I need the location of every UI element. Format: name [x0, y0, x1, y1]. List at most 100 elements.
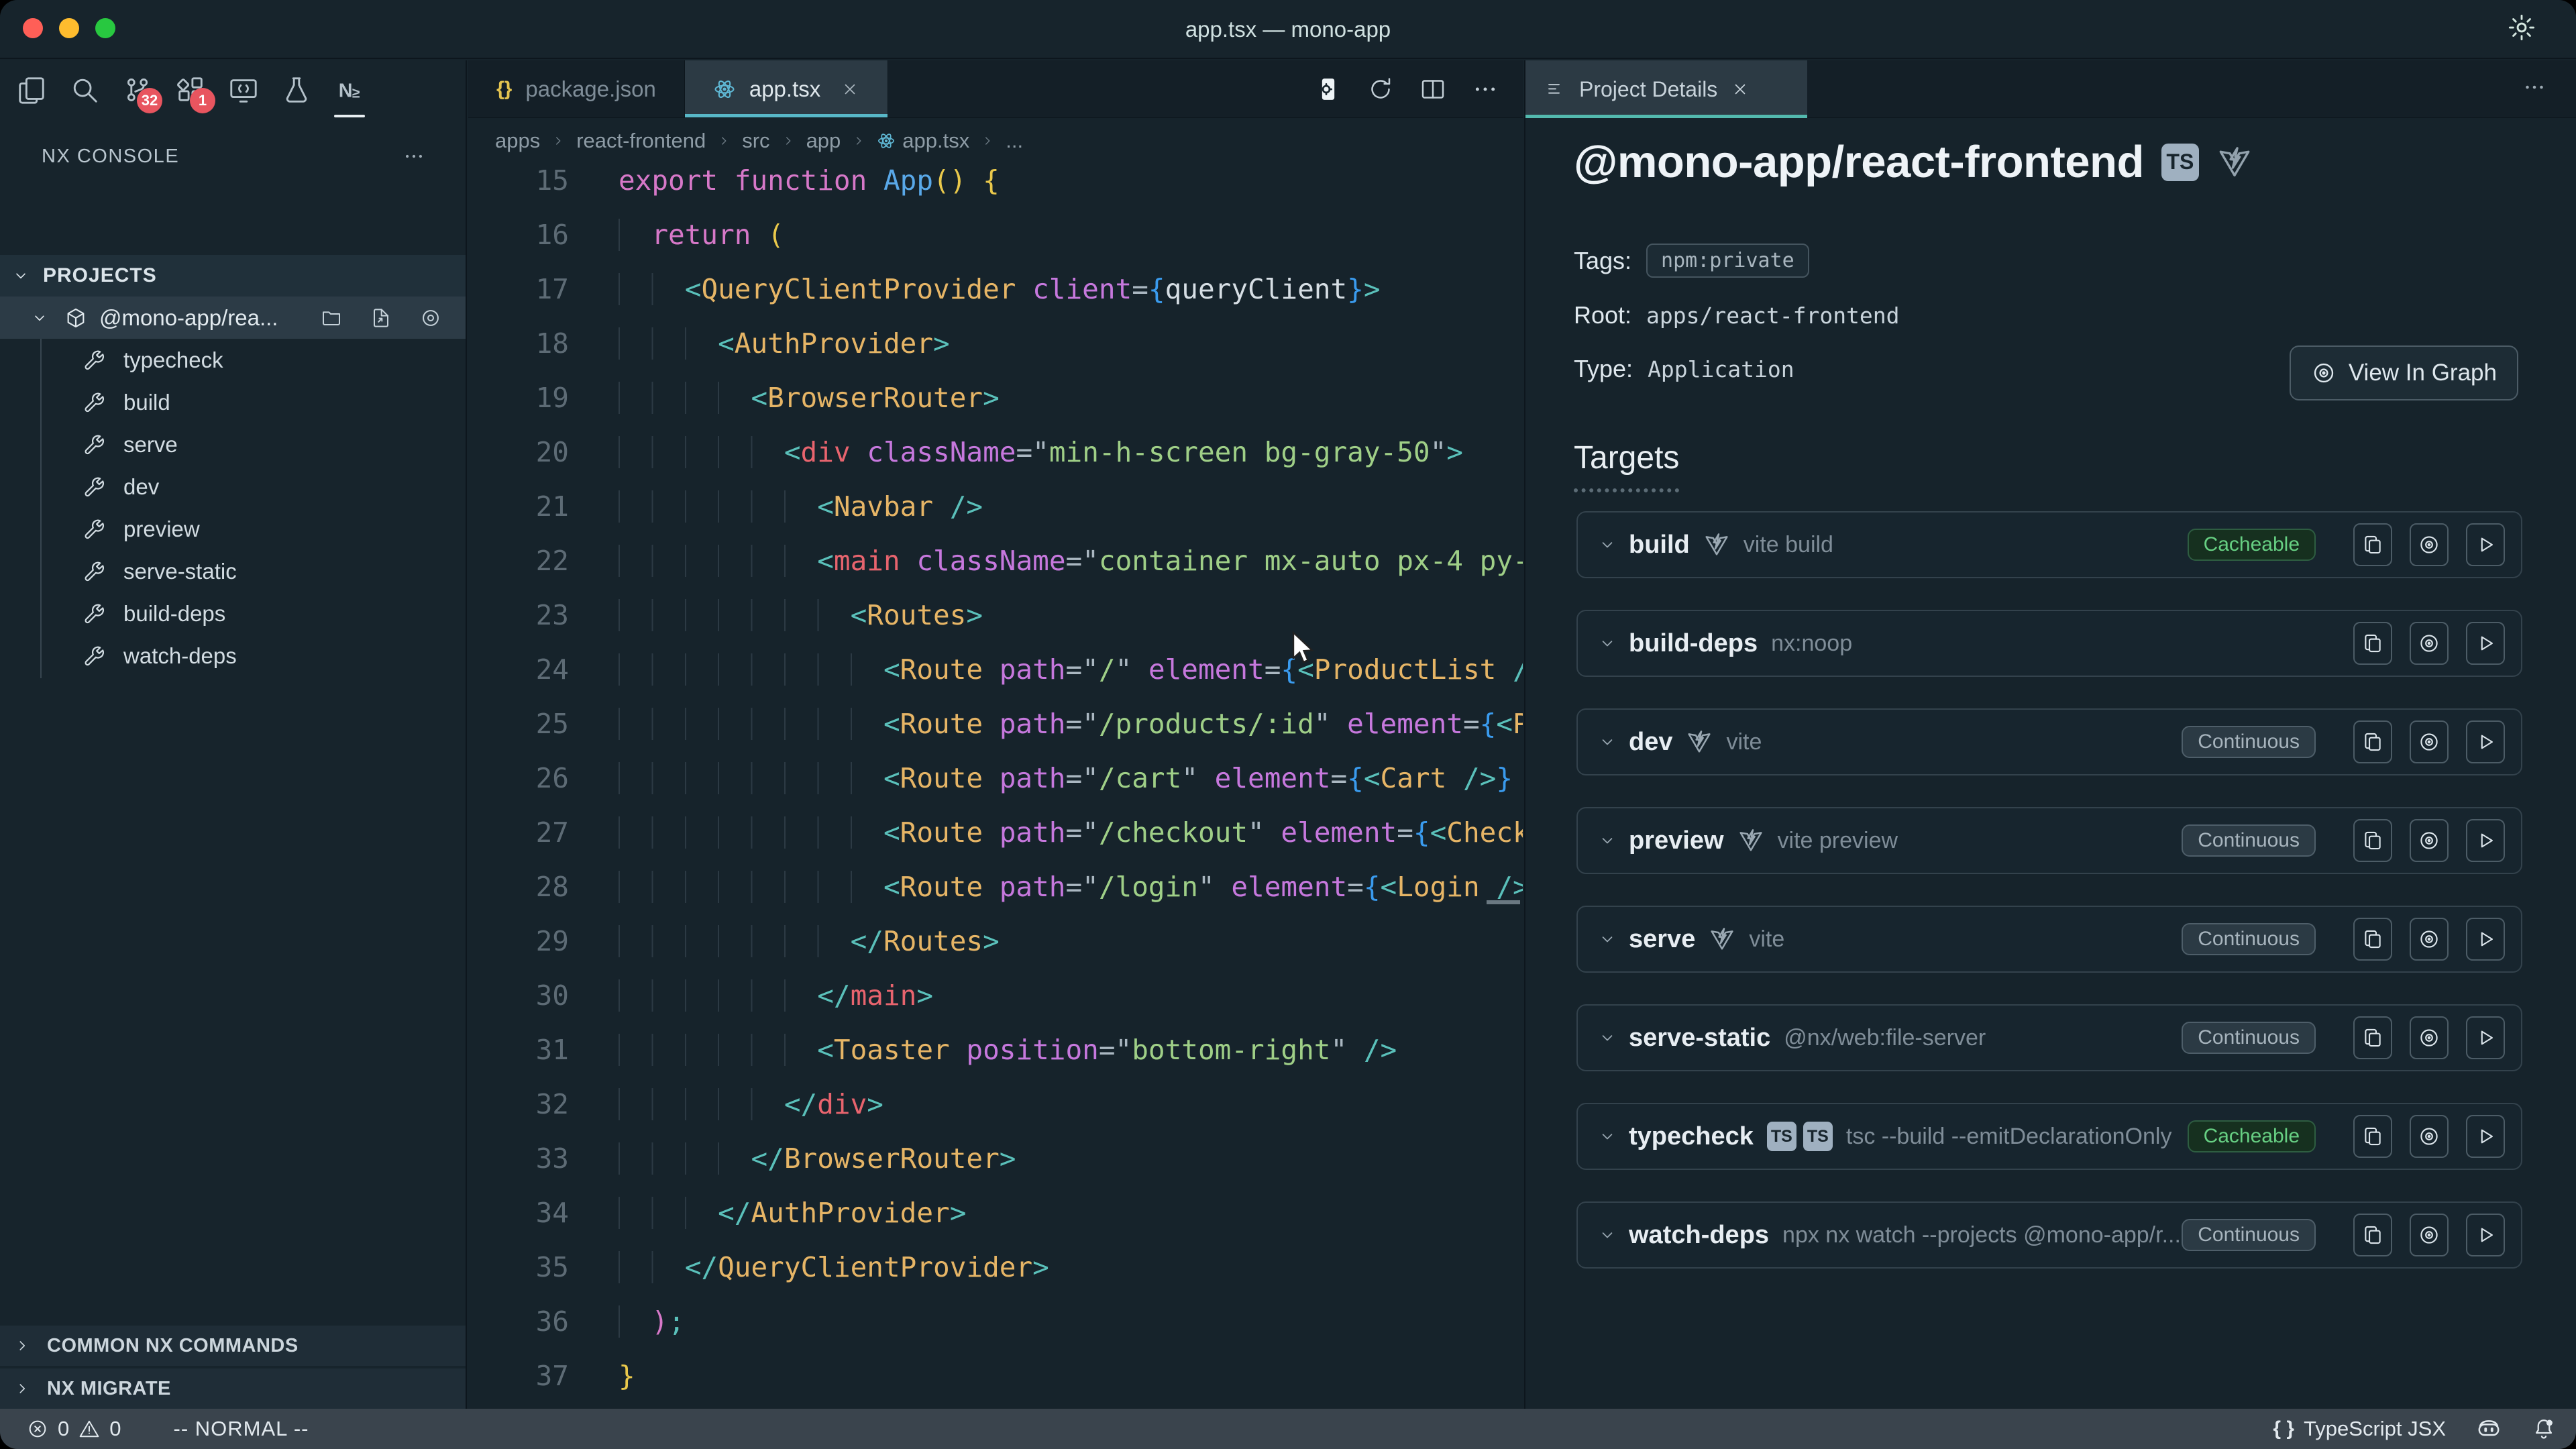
chevron-down-icon[interactable] [1598, 1127, 1617, 1146]
code-line-19[interactable]: 19 <BrowserRouter> [468, 371, 1523, 425]
code-line-21[interactable]: 21 <Navbar /> [468, 480, 1523, 534]
build-copy-task-button[interactable] [2353, 523, 2392, 566]
build-run-task-button[interactable] [2466, 523, 2505, 566]
code-line-17[interactable]: 17 <QueryClientProvider client={queryCli… [468, 262, 1523, 317]
code-line-38[interactable]: 38 [468, 1403, 1523, 1409]
tree-item-build[interactable]: build [0, 381, 466, 423]
tree-item-build-deps[interactable]: build-deps [0, 592, 466, 635]
typecheck-view-task-button[interactable] [2410, 1115, 2449, 1158]
serve-view-task-button[interactable] [2410, 918, 2449, 961]
tree-item-serve[interactable]: serve [0, 423, 466, 466]
code-line-29[interactable]: 29 </Routes> [468, 914, 1523, 969]
close-icon[interactable] [1731, 80, 1750, 99]
code-line-36[interactable]: 36 ); [468, 1295, 1523, 1349]
serve-run-task-button[interactable] [2466, 918, 2505, 961]
code-line-37[interactable]: 37} [468, 1349, 1523, 1403]
copilot-icon[interactable] [2475, 1415, 2502, 1442]
watch-deps-view-task-button[interactable] [2410, 1214, 2449, 1256]
project-row-mono-app[interactable]: @mono-app/rea... [0, 297, 466, 339]
open-details-icon[interactable] [1315, 76, 1342, 103]
breadcrumb-segment-reactfrontend[interactable]: react-frontend [576, 129, 706, 153]
breadcrumb-segment-app[interactable]: app [806, 129, 841, 153]
activity-item-remote-explorer[interactable] [227, 69, 260, 111]
tab-project-details[interactable]: Project Details [1525, 60, 1807, 118]
code-line-28[interactable]: 28 <Route path="/login" element={<Login … [468, 860, 1523, 914]
build-deps-run-task-button[interactable] [2466, 622, 2505, 665]
problems-indicator[interactable]: 0 0 [27, 1417, 121, 1441]
code-line-20[interactable]: 20 <div className="min-h-screen bg-gray-… [468, 425, 1523, 480]
code-line-15[interactable]: 15export function App() { [468, 163, 1523, 208]
more-actions-icon[interactable] [402, 145, 425, 168]
sidebar-section-common-nx-commands[interactable]: COMMON NX COMMANDS [0, 1326, 466, 1366]
watch-deps-copy-task-button[interactable] [2353, 1214, 2392, 1256]
serve-static-copy-task-button[interactable] [2353, 1016, 2392, 1059]
build-view-task-button[interactable] [2410, 523, 2449, 566]
serve-copy-task-button[interactable] [2353, 918, 2392, 961]
code-line-18[interactable]: 18 <AuthProvider> [468, 317, 1523, 371]
settings-gear-icon[interactable] [2506, 12, 2537, 43]
chevron-down-icon[interactable] [1598, 1028, 1617, 1047]
serve-static-view-task-button[interactable] [2410, 1016, 2449, 1059]
preview-run-task-button[interactable] [2466, 819, 2505, 862]
breadcrumb-segment-[interactable]: ... [1006, 129, 1023, 153]
tab-app.tsx[interactable]: app.tsx [685, 60, 888, 117]
split-editor-icon[interactable] [1419, 76, 1446, 103]
code-line-16[interactable]: 16 return ( [468, 208, 1523, 262]
activity-item-files[interactable] [15, 69, 48, 111]
tree-item-serve-static[interactable]: serve-static [0, 550, 466, 592]
typecheck-copy-task-button[interactable] [2353, 1115, 2392, 1158]
activity-item-search[interactable] [68, 69, 101, 111]
target-icon[interactable] [420, 307, 441, 329]
tree-item-dev[interactable]: dev [0, 466, 466, 508]
language-mode-selector[interactable]: { } TypeScript JSX [2273, 1417, 2446, 1441]
activity-item-extensions[interactable]: 1 [174, 69, 207, 111]
preview-copy-task-button[interactable] [2353, 819, 2392, 862]
tab-package.json[interactable]: {}package.json [468, 60, 685, 117]
code-line-25[interactable]: 25 <Route path="/products/:id" element={… [468, 697, 1523, 751]
code-editor[interactable]: 15export function App() {16 return (17 <… [468, 163, 1523, 1409]
code-line-24[interactable]: 24 <Route path="/" element={<ProductList… [468, 643, 1523, 697]
dev-copy-task-button[interactable] [2353, 720, 2392, 763]
code-line-22[interactable]: 22 <main className="container mx-auto px… [468, 534, 1523, 588]
activity-item-testing[interactable] [280, 69, 313, 111]
code-line-32[interactable]: 32 </div> [468, 1077, 1523, 1132]
code-line-31[interactable]: 31 <Toaster position="bottom-right" /> [468, 1023, 1523, 1077]
more-actions-icon[interactable] [2522, 75, 2546, 99]
chevron-down-icon[interactable] [1598, 535, 1617, 554]
preview-view-task-button[interactable] [2410, 819, 2449, 862]
typecheck-run-task-button[interactable] [2466, 1115, 2505, 1158]
build-deps-view-task-button[interactable] [2410, 622, 2449, 665]
chevron-down-icon[interactable] [1598, 634, 1617, 653]
code-line-23[interactable]: 23 <Routes> [468, 588, 1523, 643]
projects-section-header[interactable]: PROJECTS [0, 255, 466, 297]
code-line-35[interactable]: 35 </QueryClientProvider> [468, 1240, 1523, 1295]
chevron-down-icon[interactable] [1598, 1226, 1617, 1244]
sidebar-section-nx-migrate[interactable]: NX MIGRATE [0, 1368, 466, 1409]
notifications-bell-icon[interactable] [2532, 1417, 2556, 1441]
code-line-30[interactable]: 30 </main> [468, 969, 1523, 1023]
chevron-down-icon[interactable] [1598, 831, 1617, 850]
folder-icon[interactable] [321, 307, 342, 329]
breadcrumb-segment-src[interactable]: src [742, 129, 769, 153]
activity-item-nx-console[interactable]: N≥ [333, 69, 366, 111]
tree-item-watch-deps[interactable]: watch-deps [0, 635, 466, 677]
view-in-graph-button[interactable]: View In Graph [2290, 345, 2518, 400]
activity-item-source-control[interactable]: 32 [121, 69, 154, 111]
build-deps-copy-task-button[interactable] [2353, 622, 2392, 665]
serve-static-run-task-button[interactable] [2466, 1016, 2505, 1059]
more-icon[interactable] [1472, 76, 1499, 103]
tree-item-preview[interactable]: preview [0, 508, 466, 550]
dev-run-task-button[interactable] [2466, 720, 2505, 763]
code-line-34[interactable]: 34 </AuthProvider> [468, 1186, 1523, 1240]
breadcrumb-segment-apptsx[interactable]: app.tsx [877, 129, 969, 153]
chevron-down-icon[interactable] [1598, 930, 1617, 949]
close-icon[interactable] [841, 80, 859, 99]
refresh-icon[interactable] [1367, 76, 1394, 103]
chevron-down-icon[interactable] [1598, 733, 1617, 751]
code-line-26[interactable]: 26 <Route path="/cart" element={<Cart />… [468, 751, 1523, 806]
code-line-33[interactable]: 33 </BrowserRouter> [468, 1132, 1523, 1186]
tree-item-typecheck[interactable]: typecheck [0, 339, 466, 381]
watch-deps-run-task-button[interactable] [2466, 1214, 2505, 1256]
breadcrumb-segment-apps[interactable]: apps [495, 129, 540, 153]
code-line-27[interactable]: 27 <Route path="/checkout" element={<Che… [468, 806, 1523, 860]
